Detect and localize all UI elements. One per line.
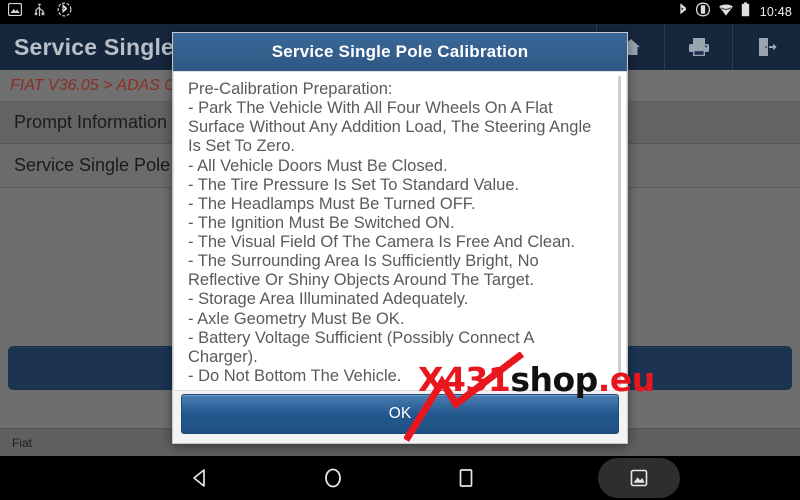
- screenshot-icon: [7, 2, 23, 21]
- android-nav-bar: [0, 456, 800, 500]
- dialog-scrollbar[interactable]: [618, 76, 621, 386]
- screenshot-icon[interactable]: [598, 458, 680, 498]
- dialog-footer: OK: [173, 391, 627, 443]
- dialog-line: - The Ignition Must Be Switched ON.: [188, 213, 455, 232]
- dialog-line: - Battery Voltage Sufficient (Possibly C…: [188, 328, 534, 366]
- dialog-line: - The Surrounding Area Is Sufficiently B…: [188, 252, 539, 290]
- back-icon[interactable]: [133, 456, 266, 500]
- bluetooth-icon: [678, 2, 688, 22]
- dialog-line: Pre-Calibration Preparation:: [188, 80, 393, 98]
- dialog-line: - The Visual Field Of The Camera Is Free…: [188, 233, 576, 251]
- dialog-line: - The Tire Pressure Is Set To Standard V…: [188, 175, 520, 194]
- dialog-line: - Storage Area Illuminated Adequately.: [188, 290, 469, 309]
- home-icon[interactable]: [266, 456, 399, 500]
- dialog-line: - Do Not Bottom The Vehicle.: [188, 366, 402, 385]
- screen-rotation-icon: [695, 2, 711, 22]
- android-status-bar: 10:48: [0, 0, 800, 24]
- calibration-dialog: Service Single Pole Calibration Pre-Cali…: [172, 32, 628, 444]
- bluetooth-circle-icon: [57, 2, 72, 22]
- dialog-line: - All Vehicle Doors Must Be Closed.: [188, 156, 448, 175]
- dialog-body[interactable]: Pre-Calibration Preparation: - Park The …: [173, 71, 627, 391]
- dialog-line: - The Headlamps Must Be Turned OFF.: [188, 194, 476, 213]
- device-screen: 10:48 Service Single P FIAT V36.05 > ADA…: [0, 0, 800, 500]
- ok-button[interactable]: OK: [181, 394, 619, 434]
- status-bar-right-icons: 10:48: [678, 2, 792, 22]
- status-bar-left-icons: [7, 2, 72, 22]
- wifi-icon: [718, 3, 734, 22]
- dialog-text: Pre-Calibration Preparation: - Park The …: [174, 72, 626, 390]
- dialog-line: - Axle Geometry Must Be OK.: [188, 309, 405, 328]
- status-bar-clock: 10:48: [759, 5, 792, 19]
- recents-icon[interactable]: [399, 456, 532, 500]
- battery-icon: [741, 2, 750, 22]
- dialog-line: - Park The Vehicle With All Four Wheels …: [188, 99, 592, 156]
- dialog-header: Service Single Pole Calibration: [173, 33, 627, 71]
- dialog-title: Service Single Pole Calibration: [271, 42, 529, 61]
- usb-icon: [33, 2, 46, 22]
